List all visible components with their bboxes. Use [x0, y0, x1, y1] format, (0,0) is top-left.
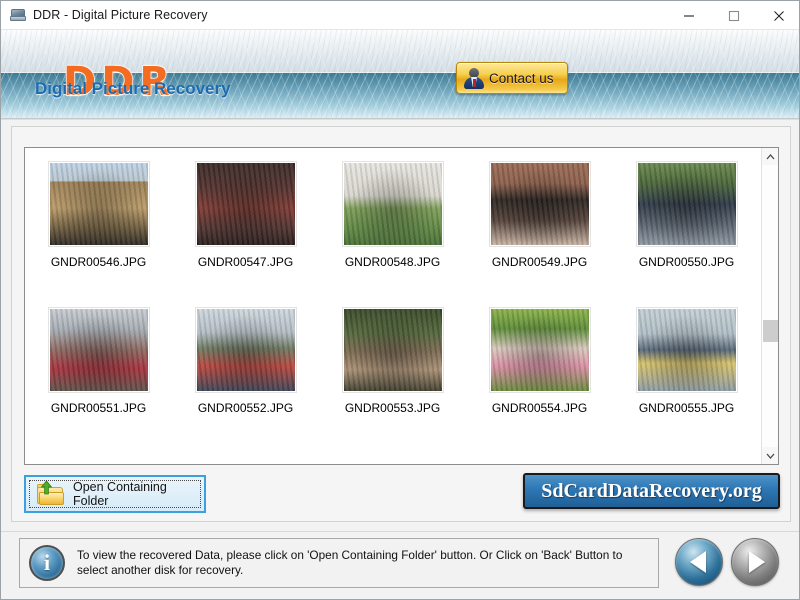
thumbnail-image — [343, 308, 443, 392]
thumbnail-item[interactable]: GNDR00554.JPG — [466, 308, 613, 438]
thumbnail-image — [196, 162, 296, 246]
thumbnail-item[interactable]: GNDR00549.JPG — [466, 162, 613, 292]
scroll-down-icon[interactable] — [762, 447, 779, 464]
thumbnail-image — [490, 162, 590, 246]
thumbnail-image — [490, 308, 590, 392]
person-icon — [464, 67, 484, 89]
window-controls — [666, 1, 800, 30]
thumbnail-item[interactable]: GNDR00551.JPG — [25, 308, 172, 438]
site-banner-text: SdCardDataRecovery.org — [541, 480, 762, 503]
contact-us-button[interactable]: Contact us — [456, 62, 568, 94]
open-folder-label: Open Containing Folder — [73, 480, 204, 508]
thumbnail-filename: GNDR00554.JPG — [492, 401, 587, 415]
thumbnail-item[interactable]: GNDR00550.JPG — [613, 162, 760, 292]
status-bar: i To view the recovered Data, please cli… — [1, 531, 800, 600]
thumbnail-image — [637, 308, 737, 392]
thumbnail-filename: GNDR00547.JPG — [198, 255, 293, 269]
app-header-banner: DDR Digital Picture Recovery Contact us — [1, 30, 800, 118]
status-message: To view the recovered Data, please click… — [77, 548, 658, 578]
thumbnail-filename: GNDR00549.JPG — [492, 255, 587, 269]
thumbnail-item[interactable]: GNDR00547.JPG — [172, 162, 319, 292]
next-arrow-icon — [749, 551, 765, 573]
thumbnail-filename: GNDR00555.JPG — [639, 401, 734, 415]
scrollbar-thumb[interactable] — [763, 320, 778, 342]
thumbnail-image — [49, 162, 149, 246]
application-window: DDR - Digital Picture Recovery DDR Digit… — [0, 0, 800, 600]
close-button[interactable] — [756, 1, 800, 30]
thumbnail-filename: GNDR00551.JPG — [51, 401, 146, 415]
info-icon: i — [29, 545, 65, 581]
thumbnail-image — [196, 308, 296, 392]
thumbnail-item[interactable]: GNDR00552.JPG — [172, 308, 319, 438]
back-button[interactable] — [675, 538, 723, 586]
app-disk-icon — [10, 7, 26, 23]
thumbnail-image — [637, 162, 737, 246]
thumbnail-row: GNDR00546.JPG GNDR00547.JPG GNDR00548.JP… — [25, 162, 761, 292]
open-containing-folder-button[interactable]: Open Containing Folder — [24, 475, 206, 513]
thumbnail-filename: GNDR00552.JPG — [198, 401, 293, 415]
thumbnail-filename: GNDR00553.JPG — [345, 401, 440, 415]
next-button[interactable] — [731, 538, 779, 586]
thumbnail-filename: GNDR00546.JPG — [51, 255, 146, 269]
thumbnail-item[interactable]: GNDR00553.JPG — [319, 308, 466, 438]
thumbnail-filename: GNDR00548.JPG — [345, 255, 440, 269]
title-bar: DDR - Digital Picture Recovery — [1, 1, 800, 30]
thumbnail-image — [49, 308, 149, 392]
thumbnail-item[interactable]: GNDR00546.JPG — [25, 162, 172, 292]
minimize-button[interactable] — [666, 1, 711, 30]
main-body: GNDR00546.JPG GNDR00547.JPG GNDR00548.JP… — [1, 120, 800, 531]
site-banner[interactable]: SdCardDataRecovery.org — [523, 473, 780, 509]
thumbnail-item[interactable]: GNDR00555.JPG — [613, 308, 760, 438]
back-arrow-icon — [690, 551, 706, 573]
status-message-box: i To view the recovered Data, please cli… — [19, 538, 659, 588]
contact-us-label: Contact us — [489, 71, 554, 86]
scroll-up-icon[interactable] — [762, 148, 779, 165]
thumbnail-filename: GNDR00550.JPG — [639, 255, 734, 269]
maximize-button[interactable] — [711, 1, 756, 30]
content-panel: GNDR00546.JPG GNDR00547.JPG GNDR00548.JP… — [11, 126, 791, 522]
thumbnail-item[interactable]: GNDR00548.JPG — [319, 162, 466, 292]
thumbnail-row: GNDR00551.JPG GNDR00552.JPG GNDR00553.JP… — [25, 308, 761, 438]
vertical-scrollbar[interactable] — [761, 148, 778, 464]
product-subtitle: Digital Picture Recovery — [35, 79, 231, 99]
thumbnail-image — [343, 162, 443, 246]
folder-upload-icon — [35, 481, 65, 507]
window-title: DDR - Digital Picture Recovery — [33, 8, 208, 22]
thumbnail-grid: GNDR00546.JPG GNDR00547.JPG GNDR00548.JP… — [25, 148, 761, 464]
recovered-files-list[interactable]: GNDR00546.JPG GNDR00547.JPG GNDR00548.JP… — [24, 147, 779, 465]
